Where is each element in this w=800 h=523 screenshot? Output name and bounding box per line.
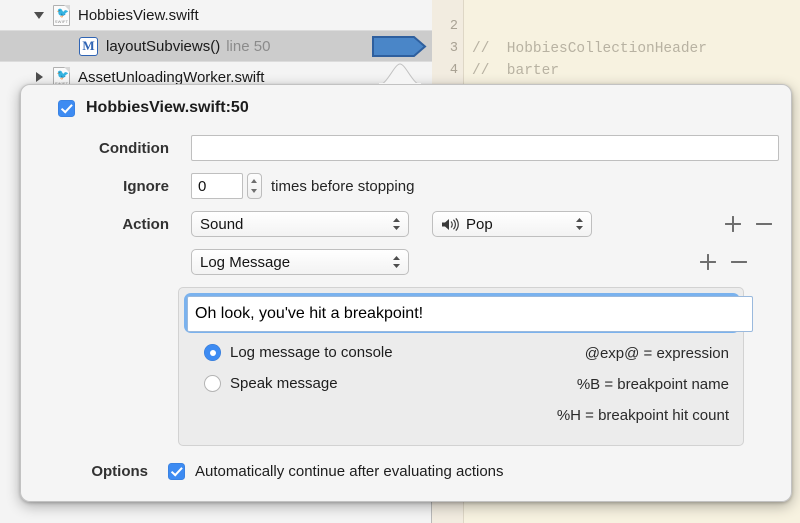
sound-value: Pop	[466, 215, 493, 233]
ignore-stepper[interactable]	[247, 173, 262, 199]
ignore-label: Ignore	[123, 177, 169, 195]
line-text: // HobbiesCollectionHeader	[472, 41, 707, 57]
log-to-console-radio-row[interactable]: Log message to console	[204, 344, 393, 361]
remove-action-button-2[interactable]	[728, 251, 750, 273]
hint-breakpoint-name: %B = breakpoint name	[576, 376, 729, 393]
navigator-row-file[interactable]: 🐦 SWIFT HobbiesView.swift	[0, 0, 432, 30]
speaker-icon	[441, 217, 460, 231]
ignore-row: Ignore times before stopping	[69, 173, 414, 199]
speak-message-radio-row[interactable]: Speak message	[204, 375, 338, 392]
add-action-button-2[interactable]	[697, 251, 719, 273]
navigator-line-label: line 50	[226, 37, 271, 55]
chevron-updown-icon	[575, 217, 584, 231]
action-row-2: Log Message	[191, 249, 750, 275]
code-line: 5 // Created by Rehat Kathur	[432, 60, 707, 123]
hint-hit-count: %H = breakpoint hit count	[556, 407, 729, 424]
add-action-button[interactable]	[722, 213, 744, 235]
speak-message-radio[interactable]	[204, 375, 221, 392]
action-label: Action	[122, 215, 169, 233]
navigator-file-label-2: AssetUnloadingWorker.swift	[78, 68, 265, 86]
triangle-down-icon[interactable]	[32, 11, 46, 19]
options-label: Options	[91, 463, 148, 480]
auto-continue-checkbox[interactable]	[168, 463, 185, 480]
action-type-value: Sound	[200, 215, 244, 233]
popover-pointer	[376, 62, 424, 87]
speak-message-label: Speak message	[230, 375, 338, 392]
code-line-bottom: 26 required init?(coder aD	[432, 505, 467, 523]
code-line: 3 // barter	[432, 16, 559, 79]
ignore-count-input[interactable]	[191, 173, 243, 199]
swift-file-icon: 🐦 SWIFT	[53, 4, 70, 26]
action-type-select[interactable]: Sound	[191, 211, 409, 237]
navigator-method-label: layoutSubviews()	[106, 37, 221, 55]
sound-select[interactable]: Pop	[432, 211, 592, 237]
remove-action-button[interactable]	[753, 213, 775, 235]
action-type-select-2[interactable]: Log Message	[191, 249, 409, 275]
chevron-updown-icon	[392, 217, 401, 231]
log-message-group: Log message to console Speak message @ex…	[178, 287, 753, 446]
navigator-row-breakpoint[interactable]: M layoutSubviews() line 50	[0, 31, 432, 61]
navigator-file-label: HobbiesView.swift	[78, 6, 199, 24]
code-line: 4 //	[432, 38, 490, 101]
action-type-value-2: Log Message	[200, 253, 291, 271]
log-to-console-radio[interactable]	[204, 344, 221, 361]
hint-expression: @exp@ = expression	[584, 345, 729, 362]
method-badge-icon: M	[79, 36, 98, 56]
breakpoint-arrow-icon[interactable]	[372, 36, 427, 57]
popover-title-row: HobbiesView.swift:50	[58, 99, 249, 117]
popover-title: HobbiesView.swift:50	[86, 99, 249, 116]
ignore-suffix-label: times before stopping	[271, 177, 415, 195]
log-message-input[interactable]	[187, 296, 753, 332]
condition-label: Condition	[99, 139, 169, 157]
code-line: 2 // HobbiesCollectionHeader	[432, 0, 707, 57]
line-text: // barter	[472, 63, 560, 79]
log-to-console-label: Log message to console	[230, 344, 393, 361]
log-message-focus-ring	[187, 296, 753, 332]
action-row-1: Action Sound Pop	[69, 211, 775, 237]
condition-row: Condition	[69, 135, 779, 161]
condition-input[interactable]	[191, 135, 779, 161]
triangle-right-icon[interactable]	[32, 72, 46, 82]
chevron-updown-icon	[392, 255, 401, 269]
options-row: Options Automatically continue after eva…	[68, 463, 504, 480]
auto-continue-label: Automatically continue after evaluating …	[195, 463, 504, 480]
breakpoint-enabled-checkbox[interactable]	[58, 99, 75, 117]
